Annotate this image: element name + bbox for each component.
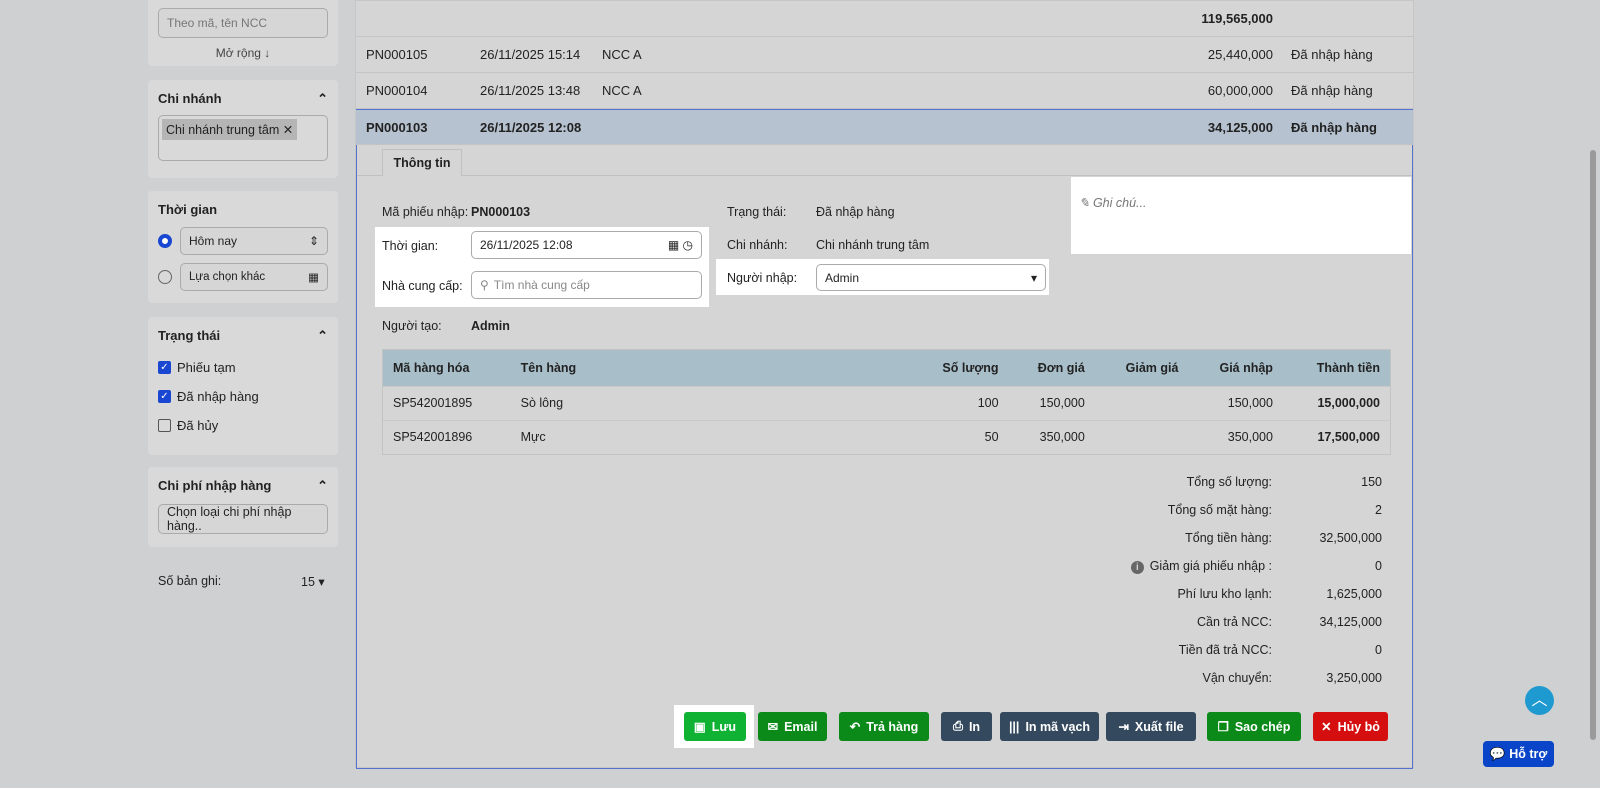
- return-button[interactable]: ↶ Trả hàng: [839, 712, 929, 741]
- support-button[interactable]: 💬 Hỗ trợ: [1483, 741, 1554, 767]
- export-icon: ⇥: [1118, 720, 1129, 734]
- expand-link[interactable]: Mở rộng ↓: [158, 46, 328, 60]
- branch-filter-card: Chi nhánh ⌃ Chi nhánh trung tâm ✕: [148, 80, 338, 178]
- remove-tag-icon[interactable]: ✕: [283, 123, 293, 137]
- custom-radio[interactable]: [158, 270, 172, 284]
- table-row-selected[interactable]: PN000103 26/11/2025 12:08 34,125,000 Đã nhậ…: [356, 109, 1413, 145]
- status-filter-card: Trạng thái ⌃ ✓ Phiếu tạm ✓ Đã nhập hàng Đã …: [148, 317, 338, 455]
- cost-type-select[interactable]: Chọn loại chi phí nhập hàng..: [158, 504, 328, 534]
- collapse-icon[interactable]: ⌃: [317, 328, 328, 344]
- total-items: Tổng số mặt hàng: 2: [1167, 503, 1382, 517]
- dropdown-icon: ▾: [1030, 270, 1037, 285]
- supplier-search-input[interactable]: Theo mã, tên NCC: [158, 8, 328, 38]
- cost-filter-card: Chi phí nhập hàng ⌃ Chọn loại chi phí nhậ…: [148, 467, 338, 547]
- calendar-clock-icon[interactable]: ▦ ◷: [668, 238, 693, 252]
- cost-title: Chi phí nhập hàng: [158, 478, 272, 493]
- records-label: Số bản ghi:: [158, 574, 222, 588]
- close-icon: ✕: [1321, 720, 1332, 734]
- status-value: Đã nhập hàng: [816, 205, 895, 219]
- cold-storage-fee: Phí lưu kho lạnh: 1,625,000: [1177, 587, 1382, 601]
- export-button[interactable]: ⇥ Xuất file: [1106, 712, 1196, 741]
- table-row[interactable]: SP542001895 Sò lông 100 150,000 150,000 15,00…: [383, 385, 1390, 420]
- custom-date-input[interactable]: Lựa chọn khác ▦: [180, 263, 328, 291]
- info-icon[interactable]: i: [1130, 561, 1144, 574]
- branch-title: Chi nhánh: [158, 91, 222, 106]
- time-filter-card: Thời gian Hôm nay ⇕ Lựa chọn khác ▦: [148, 191, 338, 303]
- barcode-icon: |||: [1008, 719, 1020, 734]
- scroll-top-button[interactable]: ︿: [1525, 686, 1554, 715]
- code-value: PN000103: [471, 205, 531, 219]
- time-preset-select[interactable]: Hôm nay ⇕: [180, 227, 328, 255]
- time-input[interactable]: 26/11/2025 12:08 ▦ ◷: [471, 231, 702, 259]
- status-checkbox-draft[interactable]: ✓ Phiếu tạm: [158, 360, 328, 375]
- collapse-icon[interactable]: ⌃: [317, 478, 328, 494]
- table-row[interactable]: SP542001896 Mực 50 350,000 350,000 17,500,000: [383, 419, 1390, 454]
- email-button[interactable]: ✉ Email: [758, 712, 827, 741]
- table-header: Mã hàng hóa Tên hàng Số lượng Đơn giá Giảm g…: [383, 350, 1390, 386]
- save-icon: ▣: [693, 720, 706, 734]
- code-label: Mã phiếu nhập:: [382, 205, 469, 219]
- supplier-search-input[interactable]: ⚲ Tìm nhà cung cấp: [471, 271, 702, 299]
- email-icon: ✉: [767, 720, 779, 734]
- tab-info[interactable]: Thông tin: [382, 149, 462, 176]
- print-button[interactable]: ⎙ In: [941, 712, 992, 741]
- items-table: Mã hàng hóa Tên hàng Số lượng Đơn giá Giảm g…: [382, 349, 1391, 455]
- branch-label: Chi nhánh:: [727, 238, 788, 252]
- time-title: Thời gian: [158, 202, 218, 217]
- total-row: 119,565,000: [356, 1, 1413, 37]
- time-label: Thời gian:: [382, 239, 439, 253]
- creator-label: Người tạo:: [382, 319, 442, 333]
- print-icon: ⎙: [952, 719, 963, 733]
- sort-icon: ⇕: [308, 234, 319, 248]
- chat-icon: 💬: [1489, 746, 1506, 761]
- records-select[interactable]: 15 ▾: [301, 574, 325, 589]
- search-icon: ⚲: [480, 278, 489, 292]
- copy-icon: ❐: [1217, 720, 1229, 734]
- amount-due: Cần trả NCC: 34,125,000: [1196, 615, 1382, 629]
- collapse-icon[interactable]: ⌃: [317, 91, 328, 107]
- discount: i Giảm giá phiếu nhập :0: [1082, 559, 1382, 574]
- shipping: Vận chuyển: 3,250,000: [1202, 671, 1383, 685]
- amount-paid: Tiền đã trả NCC: 0: [1178, 643, 1382, 657]
- table-row[interactable]: PN000104 26/11/2025 13:48 NCC A 60,000,000 Đ…: [356, 73, 1413, 109]
- checkbox-icon: ✓: [158, 361, 171, 374]
- scrollbar[interactable]: [1590, 150, 1596, 740]
- cancel-button[interactable]: ✕ Hủy bỏ: [1313, 712, 1388, 741]
- checkbox-icon: [158, 419, 171, 432]
- importer-select[interactable]: Admin ▾: [816, 264, 1046, 291]
- copy-button[interactable]: ❐ Sao chép: [1207, 712, 1301, 741]
- detail-panel: Thông tin Mã phiếu nhập: PN000103 Thời g…: [356, 145, 1413, 769]
- table-row[interactable]: PN000105 26/11/2025 15:14 NCC A 25,440,000 Đ…: [356, 37, 1413, 73]
- checkbox-icon: ✓: [158, 390, 171, 403]
- total-goods: Tổng tiền hàng: 32,500,000: [1185, 531, 1382, 545]
- total-quantity: Tổng số lượng: 150: [1186, 475, 1382, 489]
- branch-select[interactable]: Chi nhánh trung tâm ✕: [158, 115, 328, 161]
- branch-tag: Chi nhánh trung tâm ✕: [162, 119, 298, 140]
- supplier-filter-card: Theo mã, tên NCC Mở rộng ↓: [148, 0, 338, 66]
- status-label: Trạng thái:: [727, 205, 787, 219]
- reply-icon: ↶: [849, 720, 861, 734]
- supplier-label: Nhà cung cấp:: [382, 279, 463, 293]
- status-checkbox-imported[interactable]: ✓ Đã nhập hàng: [158, 389, 328, 404]
- creator-value: Admin: [471, 319, 510, 333]
- status-checkbox-cancelled[interactable]: Đã hủy: [158, 418, 328, 433]
- today-radio[interactable]: [158, 234, 172, 248]
- branch-tag-label: Chi nhánh trung tâm: [166, 123, 280, 137]
- branch-value: Chi nhánh trung tâm: [816, 238, 930, 252]
- print-barcode-button[interactable]: ||| In mã vạch: [1000, 712, 1099, 741]
- calendar-icon: ▦: [308, 272, 319, 284]
- purchase-list: 119,565,000 PN000105 26/11/2025 15:14 NCC …: [355, 0, 1414, 769]
- note-input[interactable]: ✎ Ghi chú...: [1071, 177, 1411, 254]
- save-button[interactable]: ▣ Lưu: [684, 712, 746, 741]
- importer-label: Người nhập:: [727, 271, 798, 285]
- status-title: Trạng thái: [158, 328, 221, 343]
